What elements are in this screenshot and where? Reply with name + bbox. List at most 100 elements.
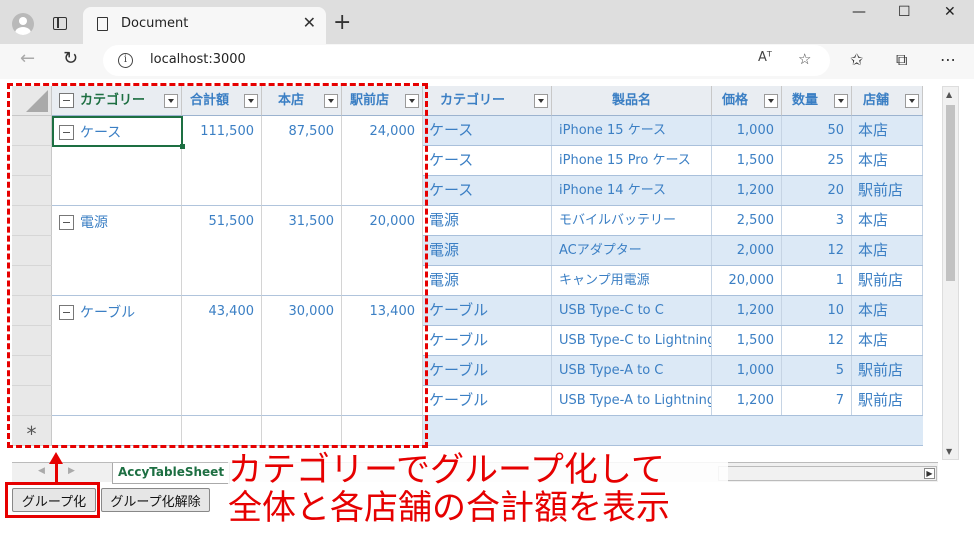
info-icon[interactable]: i <box>118 53 133 68</box>
table-row[interactable]: 電源 ACアダプター 2,000 12 本店 <box>423 236 923 266</box>
scroll-thumb[interactable] <box>946 105 955 281</box>
cell-store[interactable]: 駅前店 <box>852 386 923 415</box>
document-icon <box>97 17 108 31</box>
back-arrow-icon[interactable]: ← <box>20 48 35 69</box>
cell-product[interactable]: キャンプ用電源 <box>552 266 712 295</box>
cell-product[interactable]: USB Type-C to Lightning <box>552 326 712 355</box>
cell-product[interactable]: USB Type-A to Lightning <box>552 386 712 415</box>
more-options-icon[interactable]: ⋯ <box>940 50 956 69</box>
cell-store[interactable]: 本店 <box>852 206 923 235</box>
cell-price[interactable]: 20,000 <box>712 266 782 295</box>
ungroup-button[interactable]: グループ化解除 <box>101 488 210 512</box>
cell-price[interactable]: 1,200 <box>712 176 782 205</box>
scroll-right-icon[interactable]: ▶ <box>924 468 935 479</box>
header-quantity[interactable]: 数量 <box>782 86 852 116</box>
cell-store[interactable]: 本店 <box>852 236 923 265</box>
browser-tab[interactable]: Document ✕ <box>83 7 326 44</box>
table-row[interactable]: ケース iPhone 14 ケース 1,200 20 駅前店 <box>423 176 923 206</box>
cell-store[interactable]: 駅前店 <box>852 266 923 295</box>
table-row[interactable]: 電源 キャンプ用電源 20,000 1 駅前店 <box>423 266 923 296</box>
favorites-icon[interactable]: ✩ <box>850 50 863 69</box>
sheet-tab-accytablesheet[interactable]: AccyTableSheet <box>112 463 230 484</box>
cell-product[interactable]: USB Type-C to C <box>552 296 712 325</box>
read-aloud-icon[interactable]: Aᵀ <box>758 50 772 65</box>
vertical-scrollbar[interactable]: ▲ ▼ <box>942 86 959 460</box>
table-row[interactable]: 電源 モバイルバッテリー 2,500 3 本店 <box>423 206 923 236</box>
filter-dropdown-icon[interactable] <box>905 94 919 108</box>
tab-actions-icon[interactable] <box>53 17 67 30</box>
cell-product[interactable]: iPhone 14 ケース <box>552 176 712 205</box>
cell-quantity[interactable]: 1 <box>782 266 852 295</box>
cell-price[interactable]: 2,500 <box>712 206 782 235</box>
table-row[interactable]: ケーブル USB Type-C to C 1,200 10 本店 <box>423 296 923 326</box>
address-bar[interactable]: i localhost:3000 Aᵀ ☆ <box>103 45 830 76</box>
close-window-button[interactable]: ✕ <box>944 4 956 20</box>
favorite-star-icon[interactable]: ☆ <box>798 50 811 68</box>
cell-store[interactable]: 本店 <box>852 296 923 325</box>
cell-price[interactable]: 1,200 <box>712 296 782 325</box>
scroll-up-icon[interactable]: ▲ <box>946 90 952 99</box>
cell-quantity[interactable]: 7 <box>782 386 852 415</box>
cell-price[interactable]: 1,500 <box>712 146 782 175</box>
url-text[interactable]: localhost:3000 <box>150 52 246 67</box>
profile-avatar-icon[interactable] <box>12 13 34 35</box>
filter-dropdown-icon[interactable] <box>534 94 548 108</box>
cell-category[interactable]: ケーブル <box>423 326 552 355</box>
table-row[interactable]: ケーブル USB Type-A to C 1,000 5 駅前店 <box>423 356 923 386</box>
cell-price[interactable]: 1,500 <box>712 326 782 355</box>
refresh-icon[interactable]: ↻ <box>63 48 78 69</box>
cell-quantity[interactable]: 3 <box>782 206 852 235</box>
cell-category[interactable]: ケーブル <box>423 386 552 415</box>
cell-product[interactable]: iPhone 15 ケース <box>552 116 712 145</box>
cell-price[interactable]: 2,000 <box>712 236 782 265</box>
cell-store[interactable]: 駅前店 <box>852 356 923 385</box>
header-store[interactable]: 店舗 <box>852 86 923 116</box>
cell-category[interactable]: ケーブル <box>423 296 552 325</box>
close-tab-icon[interactable]: ✕ <box>303 13 316 32</box>
cell-category[interactable]: ケース <box>423 176 552 205</box>
scroll-down-icon[interactable]: ▼ <box>946 447 952 456</box>
cell-category[interactable]: ケーブル <box>423 356 552 385</box>
cell-product[interactable]: モバイルバッテリー <box>552 206 712 235</box>
cell-quantity[interactable]: 5 <box>782 356 852 385</box>
cell-quantity[interactable]: 12 <box>782 236 852 265</box>
cell-product[interactable]: ACアダプター <box>552 236 712 265</box>
cell-store[interactable]: 本店 <box>852 326 923 355</box>
header-product[interactable]: 製品名 <box>552 86 712 116</box>
table-empty-row[interactable] <box>423 416 923 446</box>
cell-quantity[interactable]: 50 <box>782 116 852 145</box>
table-row[interactable]: ケース iPhone 15 ケース 1,000 50 本店 <box>423 116 923 146</box>
cell-category[interactable]: 電源 <box>423 206 552 235</box>
address-toolbar: ← ↻ i localhost:3000 Aᵀ ☆ ✩ ⧉ ⋯ <box>0 44 974 79</box>
cell-quantity[interactable]: 20 <box>782 176 852 205</box>
minimize-button[interactable]: — <box>852 4 866 20</box>
cell-product[interactable]: iPhone 15 Pro ケース <box>552 146 712 175</box>
table-row[interactable]: ケース iPhone 15 Pro ケース 1,500 25 本店 <box>423 146 923 176</box>
cell-category[interactable]: 電源 <box>423 266 552 295</box>
filter-dropdown-icon[interactable] <box>834 94 848 108</box>
cell-store[interactable]: 本店 <box>852 116 923 145</box>
header-category[interactable]: カテゴリー <box>423 86 552 116</box>
cell-quantity[interactable]: 10 <box>782 296 852 325</box>
cell-category[interactable]: 電源 <box>423 236 552 265</box>
cell-store[interactable]: 駅前店 <box>852 176 923 205</box>
cell-category[interactable]: ケース <box>423 146 552 175</box>
maximize-button[interactable]: ☐ <box>898 4 911 20</box>
cell-price[interactable]: 1,000 <box>712 116 782 145</box>
prev-sheet-icon[interactable]: ◀ <box>38 466 45 476</box>
table-row[interactable]: ケーブル USB Type-C to Lightning 1,500 12 本店 <box>423 326 923 356</box>
cell-product[interactable]: USB Type-A to C <box>552 356 712 385</box>
filter-dropdown-icon[interactable] <box>764 94 778 108</box>
header-price[interactable]: 価格 <box>712 86 782 116</box>
horizontal-scrollbar[interactable]: ▶ <box>718 466 937 481</box>
cell-price[interactable]: 1,000 <box>712 356 782 385</box>
new-tab-icon[interactable]: + <box>333 10 351 35</box>
cell-store[interactable]: 本店 <box>852 146 923 175</box>
cell-quantity[interactable]: 12 <box>782 326 852 355</box>
collections-icon[interactable]: ⧉ <box>896 50 907 70</box>
cell-quantity[interactable]: 25 <box>782 146 852 175</box>
table-row[interactable]: ケーブル USB Type-A to Lightning 1,200 7 駅前店 <box>423 386 923 416</box>
cell-category[interactable]: ケース <box>423 116 552 145</box>
next-sheet-icon[interactable]: ▶ <box>68 466 75 476</box>
cell-price[interactable]: 1,200 <box>712 386 782 415</box>
